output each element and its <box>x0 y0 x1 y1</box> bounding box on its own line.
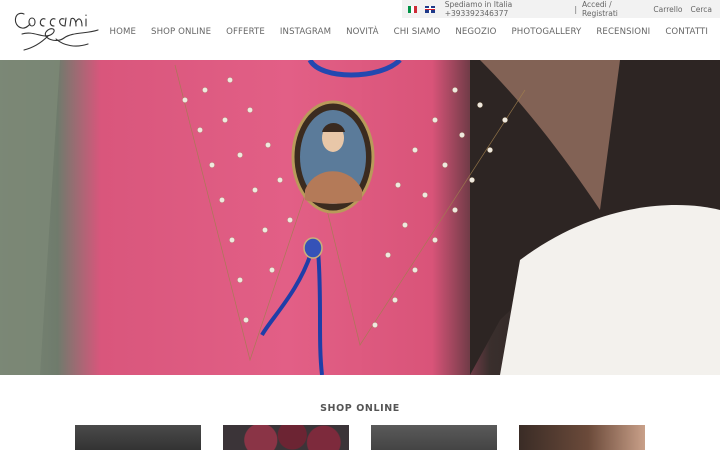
nav-photogallery[interactable]: PHOTOGALLERY <box>512 27 582 37</box>
nav-offerte[interactable]: OFFERTE <box>226 27 265 37</box>
italian-flag-icon[interactable] <box>408 5 418 13</box>
shipping-info: Spediamo in Italia +393392346377 <box>444 0 513 18</box>
main-navigation: HOME SHOP ONLINE OFFERTE INSTAGRAM NOVIT… <box>110 27 708 37</box>
nav-instagram[interactable]: INSTAGRAM <box>280 27 331 37</box>
nav-chi-siamo[interactable]: CHI SIAMO <box>394 27 441 37</box>
topbar-separator: | <box>574 4 577 14</box>
nav-novita[interactable]: NOVITÀ <box>346 27 379 37</box>
search-link[interactable]: Cerca <box>691 5 713 14</box>
cart-link[interactable]: Carrello <box>653 5 682 14</box>
nav-home[interactable]: HOME <box>110 27 136 37</box>
top-utility-bar: Spediamo in Italia +393392346377 | Acced… <box>402 0 720 18</box>
hero-banner <box>0 60 720 375</box>
login-link[interactable]: Accedi / Registrati <box>582 0 645 18</box>
site-logo[interactable] <box>10 4 102 54</box>
uk-flag-icon[interactable] <box>425 5 435 13</box>
product-thumbnail[interactable] <box>519 425 645 450</box>
nav-contatti[interactable]: CONTATTI <box>665 27 708 37</box>
nav-negozio[interactable]: NEGOZIO <box>455 27 496 37</box>
product-thumbnail[interactable] <box>223 425 349 450</box>
section-title-shop-online: SHOP ONLINE <box>320 403 400 414</box>
hero-necklace-photo <box>0 60 720 375</box>
nav-recensioni[interactable]: RECENSIONI <box>596 27 650 37</box>
nav-shop-online[interactable]: SHOP ONLINE <box>151 27 211 37</box>
product-thumbnail[interactable] <box>371 425 497 450</box>
product-thumbnail[interactable] <box>75 425 201 450</box>
